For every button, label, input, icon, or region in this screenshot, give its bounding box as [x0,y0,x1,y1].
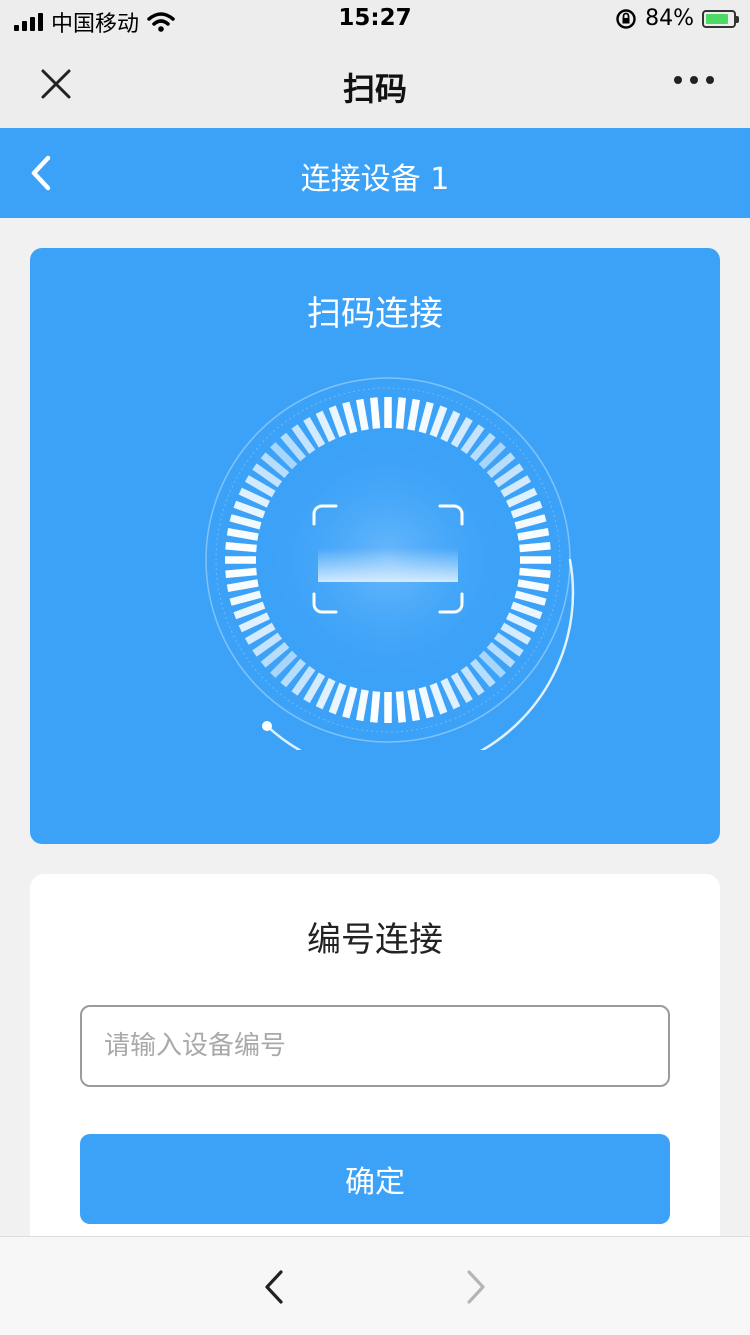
more-dots-icon[interactable] [674,76,714,84]
title-bar: 扫码 [0,42,750,128]
orientation-lock-icon [616,8,636,29]
bottom-nav-bar [0,1236,750,1335]
header-title: 连接设备 1 [300,162,450,197]
device-number-input[interactable] [80,1005,670,1087]
nav-back-icon[interactable] [258,1267,290,1307]
status-bar: 中国移动 15:27 84% [0,0,750,42]
status-right: 84% [615,6,739,31]
battery-percent: 84% [645,6,694,31]
scan-connect-card[interactable]: 扫码连接 [30,248,720,844]
header-bar: 连接设备 1 [0,128,750,218]
nav-forward-icon[interactable] [460,1267,492,1307]
scan-frame-icon[interactable] [198,370,578,750]
battery-charging-icon [702,9,739,28]
page-title: 扫码 [342,70,407,108]
number-connect-title: 编号连接 [307,920,443,960]
confirm-button[interactable]: 确定 [80,1134,670,1224]
scan-connect-title: 扫码连接 [307,294,443,334]
